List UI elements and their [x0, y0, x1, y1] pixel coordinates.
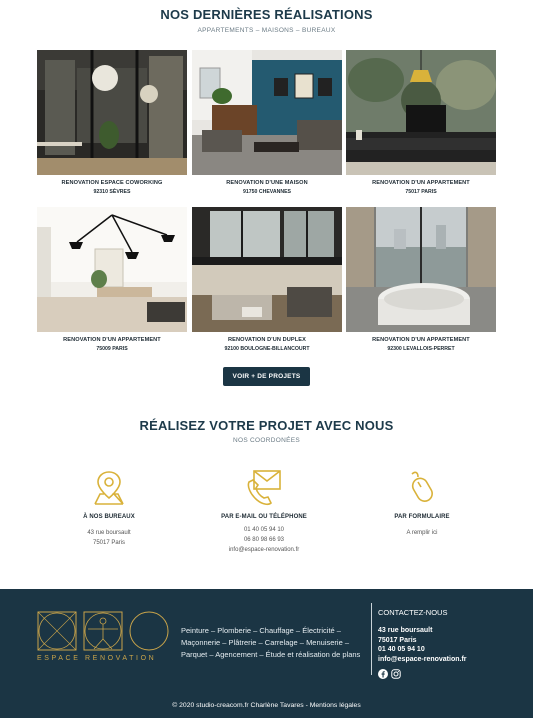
- email-link[interactable]: info@espace-renovation.fr: [189, 547, 339, 553]
- bureaux-heading: À NOS BUREAUX: [83, 514, 135, 520]
- footer-social-links: [378, 666, 401, 684]
- voir-plus-projets-button[interactable]: VOIR + DE PROJETS: [223, 367, 310, 386]
- footer-address-line1: 43 rue boursault: [378, 627, 433, 634]
- project-card[interactable]: RENOVATION D'UN APPARTEMENT 92300 LEVALL…: [346, 207, 496, 352]
- section-subtitle-projet: NOS COORDONÉES: [232, 437, 301, 444]
- section-subtitle-realisations: APPARTEMENTS – MAISONS – BUREAUX: [197, 27, 336, 34]
- footer-divider: [371, 603, 372, 675]
- logo-text: ESPACE RENOVATION: [37, 655, 157, 662]
- footer-contact-title: CONTACTEZ-NOUS: [378, 608, 448, 617]
- footer-services-description: Peinture – Plomberie – Chauffage – Élect…: [181, 626, 361, 659]
- project-photo[interactable]: [192, 207, 342, 332]
- instagram-icon[interactable]: [391, 666, 401, 684]
- project-title: RENOVATION D'UN APPARTEMENT: [63, 337, 161, 343]
- facebook-icon[interactable]: [378, 666, 388, 684]
- section-title-realisations: NOS DERNIÈRES RÉALISATIONS: [160, 7, 373, 22]
- contact-email-tel: PAR E-MAIL OU TÉLÉPHONE 01 40 05 94 10 0…: [189, 468, 339, 553]
- contact-bureaux: À NOS BUREAUX 43 rue boursault 75017 Par…: [34, 468, 184, 546]
- map-pin-icon: [89, 468, 129, 508]
- mobile-link[interactable]: 06 80 98 66 93: [189, 537, 339, 543]
- mouse-icon: [402, 468, 442, 508]
- project-title: RENOVATION D'UN DUPLEX: [228, 337, 306, 343]
- phone-mail-icon: [244, 468, 284, 508]
- project-location: 92310 SÈVRES: [93, 189, 131, 195]
- footer-address-line2: 75017 Paris: [378, 636, 417, 644]
- footer-email-link[interactable]: info@espace-renovation.fr: [378, 655, 467, 665]
- project-title: RENOVATION ESPACE COWORKING: [61, 180, 163, 186]
- project-card[interactable]: RENOVATION D'UN DUPLEX 92100 BOULOGNE-BI…: [192, 207, 342, 352]
- project-card[interactable]: RENOVATION D'UNE MAISON 91750 CHEVANNES: [192, 50, 342, 195]
- project-photo[interactable]: [37, 207, 187, 332]
- project-card[interactable]: RENOVATION D'UN APPARTEMENT 75017 PARIS: [346, 50, 496, 195]
- espace-renovation-logo: [36, 609, 171, 659]
- footer-phone-link[interactable]: 01 40 05 94 10: [378, 645, 467, 655]
- footer-copyright[interactable]: © 2020 studio-creacom.fr Charlène Tavare…: [0, 702, 533, 709]
- project-title: RENOVATION D'UN APPARTEMENT: [372, 337, 470, 343]
- project-location: 92100 BOULOGNE-BILLANCOURT: [224, 346, 310, 352]
- email-tel-heading: PAR E-MAIL OU TÉLÉPHONE: [221, 514, 307, 520]
- footer: ESPACE RENOVATION Peinture – Plomberie –…: [0, 589, 533, 718]
- project-photo[interactable]: [37, 50, 187, 175]
- project-card[interactable]: RENOVATION D'UN APPARTEMENT 75009 PARIS: [37, 207, 187, 352]
- project-location: 91750 CHEVANNES: [242, 189, 292, 195]
- project-photo[interactable]: [192, 50, 342, 175]
- bureaux-address-line2: 75017 Paris: [92, 540, 126, 546]
- section-title-projet: RÉALISEZ VOTRE PROJET AVEC NOUS: [139, 418, 394, 433]
- project-photo[interactable]: [346, 207, 496, 332]
- formulaire-link[interactable]: A remplir ici: [347, 530, 497, 536]
- phone-link[interactable]: 01 40 05 94 10: [189, 527, 339, 533]
- footer-contact-block: 43 rue boursault 75017 Paris 01 40 05 94…: [378, 626, 467, 664]
- formulaire-heading: PAR FORMULAIRE: [394, 514, 450, 520]
- bureaux-address-line1: 43 rue boursault: [87, 530, 131, 536]
- project-title: RENOVATION D'UNE MAISON: [226, 180, 308, 186]
- project-location: 75017 PARIS: [405, 189, 437, 195]
- project-card[interactable]: RENOVATION ESPACE COWORKING 92310 SÈVRES: [37, 50, 187, 195]
- contact-formulaire: PAR FORMULAIRE A remplir ici: [347, 468, 497, 536]
- project-location: 92300 LEVALLOIS-PERRET: [387, 346, 455, 352]
- project-photo[interactable]: [346, 50, 496, 175]
- project-location: 75009 PARIS: [96, 346, 128, 352]
- project-title: RENOVATION D'UN APPARTEMENT: [372, 180, 470, 186]
